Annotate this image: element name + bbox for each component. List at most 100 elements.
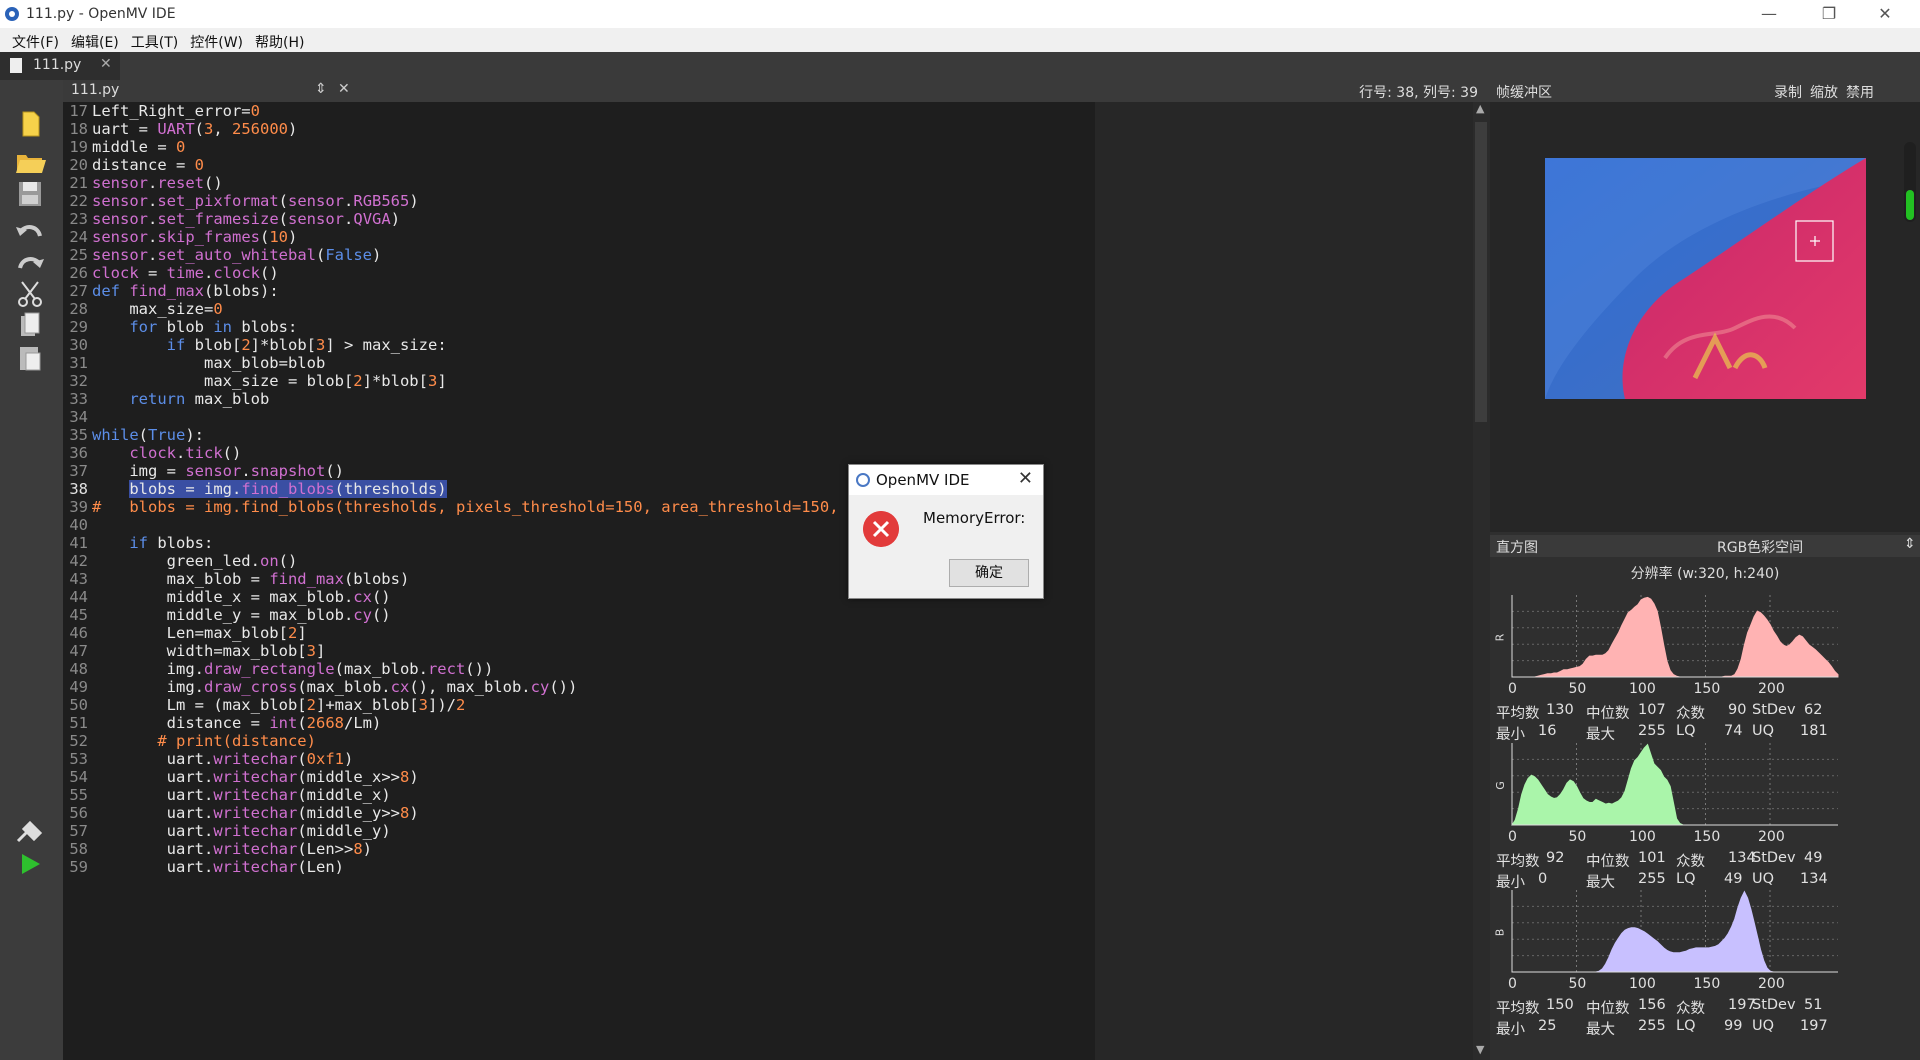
open-folder-icon[interactable]: [12, 146, 48, 178]
code-text[interactable]: distance = 0: [88, 156, 204, 174]
code-text[interactable]: width=max_blob[3]: [88, 642, 326, 660]
frame-buffer-view[interactable]: [1490, 102, 1920, 532]
code-text[interactable]: if blob[2]*blob[3] > max_size:: [88, 336, 447, 354]
cut-icon[interactable]: [12, 278, 48, 310]
zoom-button[interactable]: 缩放: [1810, 82, 1838, 102]
code-text[interactable]: max_size=0: [88, 300, 222, 318]
code-line[interactable]: 48 img.draw_rectangle(max_blob.rect()): [63, 660, 493, 678]
new-file-icon[interactable]: [12, 108, 48, 140]
code-line[interactable]: 56 uart.writechar(middle_y>>8): [63, 804, 419, 822]
code-text[interactable]: sensor.set_pixformat(sensor.RGB565): [88, 192, 419, 210]
code-line[interactable]: 29 for blob in blobs:: [63, 318, 297, 336]
code-line[interactable]: 34: [63, 408, 92, 426]
code-line[interactable]: 32 max_size = blob[2]*blob[3]: [63, 372, 447, 390]
code-line[interactable]: 26 clock = time.clock(): [63, 264, 278, 282]
code-text[interactable]: blobs = img.find_blobs(thresholds): [88, 480, 447, 498]
code-line[interactable]: 45 middle_y = max_blob.cy(): [63, 606, 390, 624]
code-text[interactable]: uart.writechar(middle_y>>8): [88, 804, 419, 822]
code-line[interactable]: 20 distance = 0: [63, 156, 204, 174]
code-text[interactable]: Len=max_blob[2]: [88, 624, 307, 642]
code-line[interactable]: 53 uart.writechar(0xf1): [63, 750, 353, 768]
disable-button[interactable]: 禁用: [1846, 82, 1874, 102]
menu-edit[interactable]: 编辑(E): [65, 28, 125, 52]
code-text[interactable]: img.draw_rectangle(max_blob.rect()): [88, 660, 494, 678]
code-text[interactable]: uart.writechar(middle_y): [88, 822, 391, 840]
code-line[interactable]: 30 if blob[2]*blob[3] > max_size:: [63, 336, 447, 354]
code-line[interactable]: 52 # print(distance): [63, 732, 316, 750]
code-line[interactable]: 47 width=max_blob[3]: [63, 642, 325, 660]
maximize-button[interactable]: ❐: [1806, 2, 1852, 26]
code-text[interactable]: green_led.on(): [88, 552, 298, 570]
code-text[interactable]: while(True):: [88, 426, 204, 444]
framebuffer-scrollbar[interactable]: [1904, 142, 1916, 222]
code-line[interactable]: 44 middle_x = max_blob.cx(): [63, 588, 391, 606]
menu-widgets[interactable]: 控件(W): [184, 28, 249, 52]
code-line[interactable]: 27 def find_max(blobs):: [63, 282, 278, 300]
code-text[interactable]: uart.writechar(Len>>8): [88, 840, 372, 858]
close-window-button[interactable]: ✕: [1862, 2, 1908, 26]
code-line[interactable]: 35 while(True):: [63, 426, 204, 444]
code-line[interactable]: 49 img.draw_cross(max_blob.cx(), max_blo…: [63, 678, 577, 696]
scroll-up-icon[interactable]: ▲: [1476, 102, 1484, 115]
code-line[interactable]: 36 clock.tick(): [63, 444, 241, 462]
code-text[interactable]: uart = UART(3, 256000): [88, 120, 297, 138]
code-text[interactable]: max_size = blob[2]*blob[3]: [88, 372, 447, 390]
file-dropdown-icon[interactable]: ⇕: [315, 81, 327, 97]
code-text[interactable]: distance = int(2668/Lm): [88, 714, 382, 732]
code-text[interactable]: middle = 0: [88, 138, 185, 156]
tab-close-button[interactable]: ✕: [100, 56, 112, 72]
code-line[interactable]: 51 distance = int(2668/Lm): [63, 714, 381, 732]
code-text[interactable]: sensor.reset(): [88, 174, 223, 192]
code-line[interactable]: 33 return max_blob: [63, 390, 269, 408]
code-text[interactable]: img = sensor.snapshot(): [88, 462, 344, 480]
minimize-button[interactable]: —: [1746, 2, 1792, 26]
code-text[interactable]: uart.writechar(middle_x): [88, 786, 391, 804]
chevron-updown-icon[interactable]: ⇕: [1904, 536, 1916, 552]
code-text[interactable]: for blob in blobs:: [88, 318, 297, 336]
editor-scrollbar[interactable]: ▲ ▼: [1473, 102, 1490, 1060]
code-text[interactable]: sensor.set_auto_whitebal(False): [88, 246, 381, 264]
code-line[interactable]: 50 Lm = (max_blob[2]+max_blob[3])/2: [63, 696, 465, 714]
code-line[interactable]: 28 max_size=0: [63, 300, 222, 318]
code-line[interactable]: 54 uart.writechar(middle_x>>8): [63, 768, 419, 786]
code-text[interactable]: Lm = (max_blob[2]+max_blob[3])/2: [88, 696, 466, 714]
code-line[interactable]: 38 blobs = img.find_blobs(thresholds): [63, 480, 447, 498]
editor-file-name[interactable]: 111.py: [71, 82, 119, 98]
code-line[interactable]: 59 uart.writechar(Len): [63, 858, 344, 876]
save-icon[interactable]: [12, 178, 48, 210]
code-text[interactable]: # print(distance): [88, 732, 316, 750]
menu-help[interactable]: 帮助(H): [249, 28, 310, 52]
code-text[interactable]: middle_x = max_blob.cx(): [88, 588, 391, 606]
scroll-down-icon[interactable]: ▼: [1476, 1043, 1484, 1056]
code-line[interactable]: 37 img = sensor.snapshot(): [63, 462, 344, 480]
redo-icon[interactable]: [12, 246, 48, 278]
record-button[interactable]: 录制: [1774, 82, 1802, 102]
code-text[interactable]: clock.tick(): [88, 444, 241, 462]
menu-tools[interactable]: 工具(T): [125, 28, 184, 52]
tab-111-py[interactable]: 111.py ✕: [0, 52, 120, 80]
code-line[interactable]: 39 # blobs = img.find_blobs(thresholds, p…: [63, 498, 950, 516]
colorspace-select[interactable]: RGB色彩空间: [1717, 537, 1803, 557]
code-text[interactable]: sensor.skip_frames(10): [88, 228, 297, 246]
code-text[interactable]: max_blob=blob: [88, 354, 325, 372]
code-line[interactable]: 58 uart.writechar(Len>>8): [63, 840, 372, 858]
code-text[interactable]: return max_blob: [88, 390, 269, 408]
code-line[interactable]: 24 sensor.skip_frames(10): [63, 228, 297, 246]
code-line[interactable]: 40: [63, 516, 92, 534]
code-line[interactable]: 43 max_blob = find_max(blobs): [63, 570, 409, 588]
editor-close-button[interactable]: ✕: [338, 81, 350, 97]
code-line[interactable]: 18 uart = UART(3, 256000): [63, 120, 297, 138]
code-editor[interactable]: 17 Left_Right_error=0 18 uart = UART(3, 256…: [63, 102, 1473, 1060]
code-text[interactable]: uart.writechar(0xf1): [88, 750, 354, 768]
code-text[interactable]: uart.writechar(Len): [88, 858, 344, 876]
code-line[interactable]: 19 middle = 0: [63, 138, 185, 156]
run-icon[interactable]: [12, 848, 48, 880]
code-line[interactable]: 31 max_blob=blob: [63, 354, 325, 372]
undo-icon[interactable]: [12, 214, 48, 246]
code-line[interactable]: 23 sensor.set_framesize(sensor.QVGA): [63, 210, 400, 228]
code-line[interactable]: 41 if blobs:: [63, 534, 213, 552]
code-line[interactable]: 57 uart.writechar(middle_y): [63, 822, 391, 840]
ok-button[interactable]: 确定: [949, 559, 1029, 587]
paste-icon[interactable]: [12, 342, 48, 374]
code-text[interactable]: uart.writechar(middle_x>>8): [88, 768, 419, 786]
